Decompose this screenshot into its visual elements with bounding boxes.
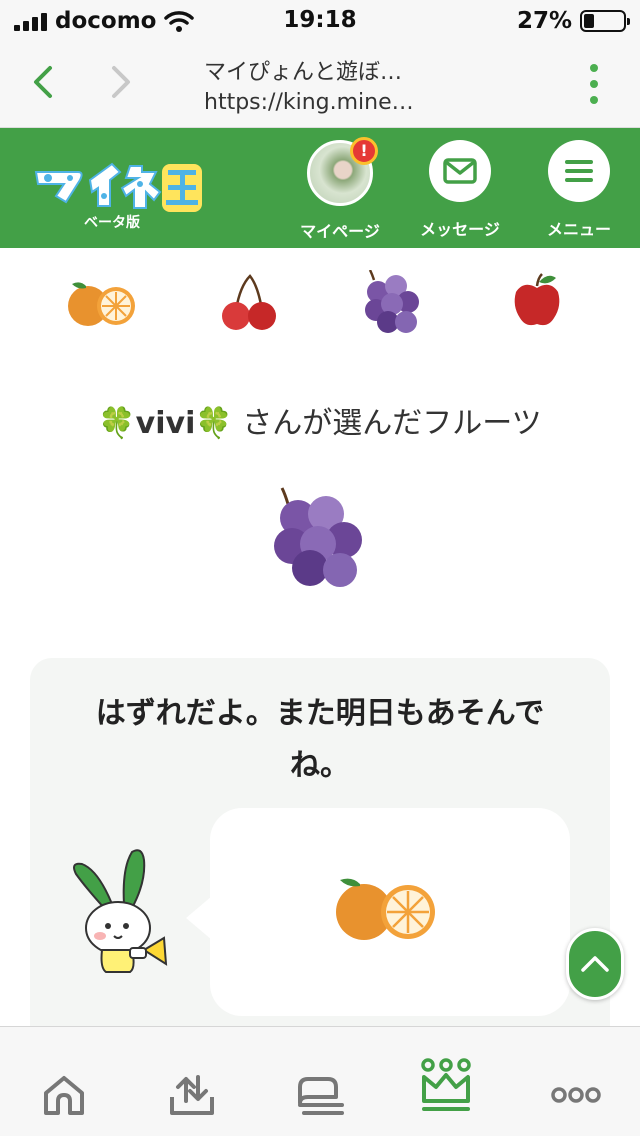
- browser-toolbar: マイぴょんと遊ぼ… https://king.mine…: [0, 40, 640, 128]
- upload-icon: [170, 1075, 214, 1115]
- tab-chat[interactable]: [292, 1067, 348, 1123]
- status-right: 27%: [516, 8, 630, 34]
- fruit-choices: [0, 262, 640, 342]
- status-bar: docomo 19:18 27%: [0, 0, 640, 40]
- grape-icon[interactable]: [362, 270, 422, 336]
- chosen-suffix: さんが選んだフルーツ: [232, 406, 542, 441]
- message-label: メッセージ: [420, 220, 500, 239]
- hamburger-icon: [565, 160, 593, 182]
- cherry-icon[interactable]: [218, 272, 278, 332]
- scroll-top-button[interactable]: [566, 928, 624, 1000]
- menu-label: メニュー: [546, 220, 611, 239]
- bottom-tab-bar: [0, 1026, 640, 1136]
- forward-icon[interactable]: [106, 62, 136, 102]
- mypage-label: マイページ: [300, 222, 380, 241]
- home-icon: [44, 1076, 84, 1115]
- speech-bubble: [210, 808, 570, 1016]
- chosen-grape-icon: [274, 487, 362, 587]
- tab-home[interactable]: [36, 1067, 92, 1123]
- avatar[interactable]: !: [307, 137, 378, 206]
- notification-badge: !: [350, 137, 378, 165]
- battery-percent: 27%: [516, 8, 572, 34]
- battery-icon: [580, 10, 630, 32]
- orange-icon[interactable]: [64, 278, 138, 328]
- page-title: マイぴょんと遊ぼ…: [204, 60, 403, 85]
- tab-more[interactable]: [548, 1067, 604, 1123]
- address-bar[interactable]: マイぴょんと遊ぼ… https://king.mine…: [204, 54, 504, 115]
- beta-label: ベータ版: [84, 215, 140, 231]
- back-icon[interactable]: [28, 62, 58, 102]
- mascot-rabbit: [73, 849, 168, 973]
- answer-orange-icon: [336, 878, 435, 940]
- more-vertical-icon[interactable]: [588, 64, 600, 104]
- user-nickname: 🍀vivi🍀: [98, 406, 233, 441]
- chevron-up-icon: [581, 956, 609, 972]
- message-button[interactable]: メッセージ: [410, 140, 510, 240]
- crown-icon: [421, 1058, 471, 1111]
- tab-crown[interactable]: [418, 1055, 474, 1115]
- apple-icon[interactable]: [512, 272, 562, 330]
- result-message: はずれだよ。また明日もあそんでね。: [95, 696, 545, 783]
- result-card: はずれだよ。また明日もあそんでね。: [30, 658, 610, 1058]
- chosen-fruit-caption: 🍀vivi🍀 さんが選んだフルーツ: [0, 398, 640, 442]
- site-header: ベータ版 ! マイページ メッセージ メニュー: [0, 128, 640, 248]
- mypage-button[interactable]: ! マイページ: [290, 137, 390, 242]
- chat-icon: [298, 1077, 344, 1115]
- tab-upload[interactable]: [164, 1067, 220, 1123]
- mail-icon: [443, 158, 477, 184]
- page-url: https://king.mine…: [204, 90, 414, 115]
- more-horizontal-icon: [551, 1087, 601, 1103]
- menu-button[interactable]: メニュー: [529, 140, 629, 240]
- battery-level: [584, 14, 595, 28]
- speech-bubble-tail: [186, 896, 212, 940]
